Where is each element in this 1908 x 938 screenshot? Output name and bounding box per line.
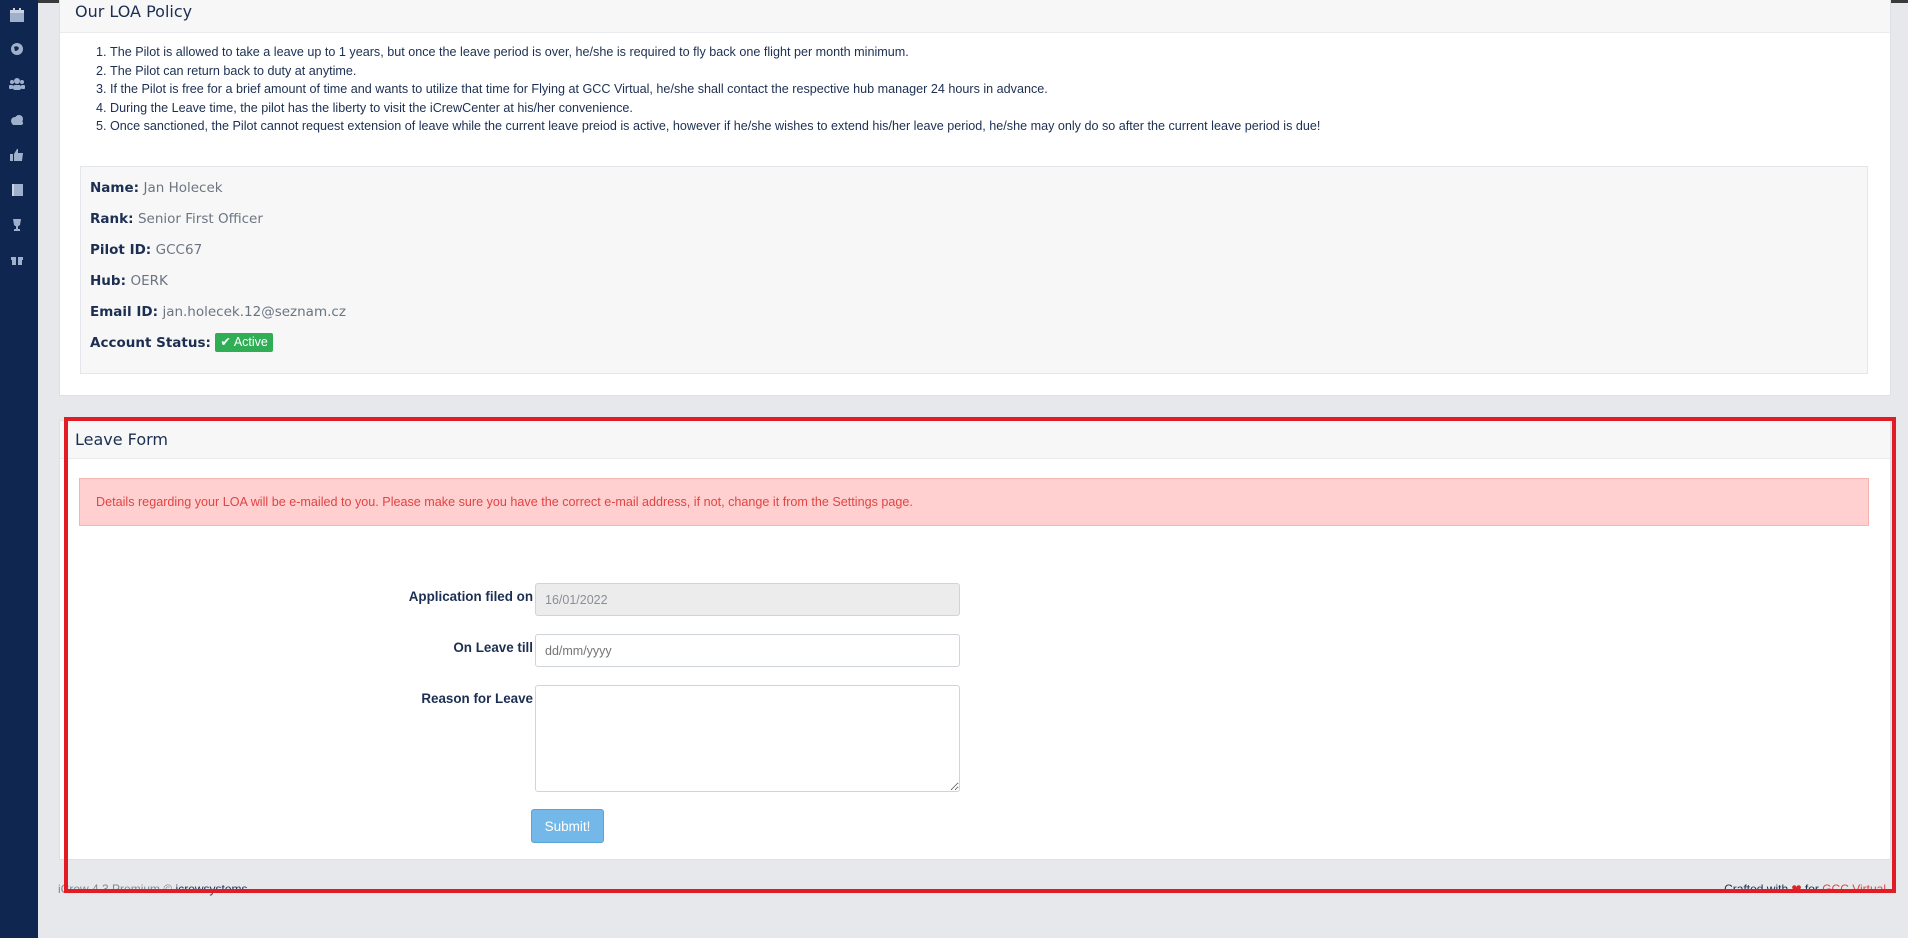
filed-label: Application filed on — [408, 589, 533, 604]
info-row-name: Name: Jan Holecek — [90, 177, 1867, 208]
policy-rules: The Pilot is allowed to take a leave up … — [60, 43, 1890, 136]
book-icon[interactable] — [9, 182, 25, 198]
policy-rule: Once sanctioned, the Pilot cannot reques… — [110, 117, 1890, 136]
pilot-email: jan.holecek.12@seznam.cz — [162, 304, 346, 320]
heart-icon: ❤ — [1791, 882, 1802, 896]
policy-rule: If the Pilot is free for a brief amount … — [110, 80, 1890, 99]
footer-for: for — [1801, 882, 1823, 896]
info-label: Pilot ID: — [90, 242, 152, 258]
info-label: Rank: — [90, 211, 134, 227]
icrewsystems-link[interactable]: icrewsystems — [176, 882, 248, 896]
check-icon: ✔ — [220, 335, 231, 349]
gcc-virtual-link[interactable]: GCC Virtual — [1822, 882, 1886, 896]
footer-crafted: Crafted with — [1724, 882, 1792, 896]
thumbs-up-icon[interactable] — [9, 147, 25, 163]
info-label: Name: — [90, 180, 140, 196]
info-row-id: Pilot ID: GCC67 — [90, 239, 1867, 270]
footer-right: Crafted with ❤ for GCC Virtual — [1724, 882, 1886, 896]
info-label: Hub: — [90, 273, 126, 289]
info-label: Email ID: — [90, 304, 158, 320]
status-badge: ✔ Active — [215, 333, 273, 352]
pilot-id: GCC67 — [155, 242, 203, 258]
footer-left: iCrew 4.3 Premium © icrewsystems — [58, 882, 248, 896]
footer-version: iCrew 4.3 Premium © — [58, 882, 176, 896]
filed-date-input[interactable] — [535, 583, 960, 616]
reason-textarea[interactable] — [535, 685, 960, 792]
policy-rule: The Pilot can return back to duty at any… — [110, 62, 1890, 81]
info-row-email: Email ID: jan.holecek.12@seznam.cz — [90, 301, 1867, 332]
pilot-hub: OERK — [130, 273, 168, 289]
pilot-rank: Senior First Officer — [137, 211, 263, 227]
till-label: On Leave till — [453, 640, 533, 655]
policy-rule: During the Leave time, the pilot has the… — [110, 99, 1890, 118]
pilot-info-card: Name: Jan Holecek Rank: Senior First Off… — [80, 166, 1868, 374]
info-row-status: Account Status: ✔ Active — [90, 332, 1867, 363]
pilot-name: Jan Holecek — [143, 180, 223, 196]
reason-label: Reason for Leave — [421, 691, 533, 706]
leave-form-panel: Leave Form Details regarding your LOA wi… — [59, 420, 1891, 860]
info-label: Account Status: — [90, 335, 211, 351]
loa-policy-panel: Our LOA Policy The Pilot is allowed to t… — [59, 0, 1891, 396]
globe-icon[interactable] — [9, 41, 25, 57]
users-icon[interactable] — [9, 76, 25, 92]
submit-button[interactable]: Submit! — [531, 809, 604, 843]
calendar-icon[interactable] — [9, 7, 25, 23]
cloud-icon[interactable] — [9, 112, 25, 128]
sidebar — [0, 0, 38, 938]
leave-till-date-input[interactable] — [535, 634, 960, 667]
policy-rule: The Pilot is allowed to take a leave up … — [110, 43, 1890, 62]
info-row-rank: Rank: Senior First Officer — [90, 208, 1867, 239]
status-text: Active — [233, 335, 268, 349]
info-alert: Details regarding your LOA will be e-mai… — [79, 478, 1869, 526]
trophy-icon[interactable] — [9, 217, 25, 233]
gift-icon[interactable] — [9, 251, 25, 267]
panel-title: Leave Form — [60, 421, 1890, 459]
panel-title: Our LOA Policy — [60, 0, 1890, 33]
info-row-hub: Hub: OERK — [90, 270, 1867, 301]
